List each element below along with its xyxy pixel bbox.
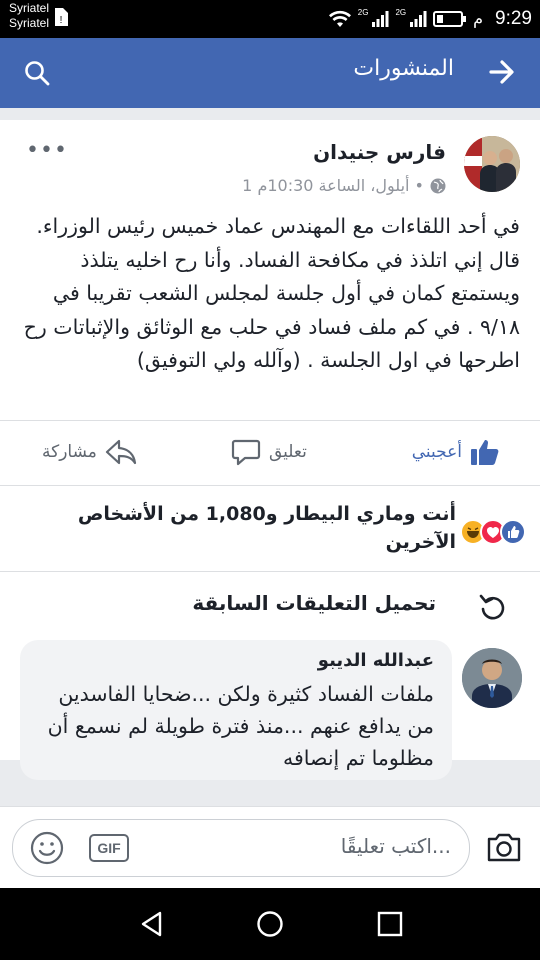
app-bar: المنشورات [0,38,540,108]
post-card: فارس جنيدان 1 أيلول، الساعة 10:30م • •••… [0,120,540,780]
svg-text:!: ! [60,15,63,26]
comment-item: عبدالله الديبو ملفات الفساد كثيرة ولكن .… [0,640,540,780]
sim-alert-icon: ! [55,8,68,26]
post-timestamp[interactable]: 1 أيلول، الساعة 10:30م • [242,176,424,195]
comment-label: تعليق [269,442,307,462]
wifi-icon [328,10,351,27]
comment-button[interactable]: تعليق [231,438,307,466]
like-button[interactable]: أعجبني [412,438,500,466]
comment-bubble: عبدالله الديبو ملفات الفساد كثيرة ولكن .… [20,640,452,780]
reaction-icons [460,519,526,545]
refresh-icon [479,594,505,620]
author-avatar[interactable] [464,136,520,192]
arrow-right-icon[interactable] [488,58,516,86]
battery-icon [433,11,467,27]
signal-icon-2 [410,11,427,27]
like-label: أعجبني [411,442,462,462]
thumbs-up-icon [471,440,499,465]
post-actions: أعجبني تعليق مشاركة [0,420,540,485]
reactions-text: أنت وماري البيطار و1,080 من الأشخاص الآخ… [77,503,456,553]
carrier-labels: Syriatel Syriatel [9,1,49,31]
reactions-summary[interactable]: أنت وماري البيطار و1,080 من الأشخاص الآخ… [0,485,540,571]
comment-text: ملفات الفساد كثيرة ولكن ...ضحايا الفاسدي… [47,682,434,770]
load-previous-comments[interactable]: تحميل التعليقات السابقة [0,571,540,640]
post-text: في أحد اللقاءات مع المهندس عماد خميس رئي… [23,214,520,373]
emoji-icon[interactable] [29,830,65,866]
globe-icon [430,178,446,193]
nav-home-icon[interactable] [256,910,284,938]
commenter-avatar[interactable] [462,648,522,708]
status-bar: Syriatel Syriatel ! 2G 2G م 9:29 [0,0,540,38]
carrier-1: Syriatel [9,1,50,15]
page-title: المنشورات [353,56,454,81]
network-label-2: 2G [395,7,407,17]
clock-ampm: م [473,11,484,28]
comment-composer: GIF اكتب تعليقًا... [0,806,540,889]
share-button[interactable]: مشاركة [42,438,137,466]
avatar-image [464,136,520,192]
post-meta: 1 أيلول، الساعة 10:30م • [242,176,446,195]
more-options-icon[interactable]: ••• [26,138,68,163]
status-icons: 2G 2G م 9:29 [328,5,532,33]
like-reaction-icon [500,519,526,545]
camera-icon[interactable] [486,831,522,863]
author-name[interactable]: فارس جنيدان [313,140,446,164]
search-icon[interactable] [24,60,50,86]
share-icon [105,439,136,465]
carrier-2: Syriatel [9,16,50,30]
share-label: مشاركة [42,442,97,462]
clock: 9:29 [495,8,532,29]
network-label-1: 2G [357,7,369,17]
comment-placeholder: اكتب تعليقًا... [340,834,451,858]
commenter-name[interactable]: عبدالله الديبو [318,650,434,671]
signal-icon-1 [372,11,389,27]
system-nav-bar [0,888,540,960]
post-header: فارس جنيدان 1 أيلول، الساعة 10:30م • ••• [0,120,540,210]
nav-recents-icon[interactable] [376,910,404,938]
comment-icon [231,439,261,466]
nav-back-icon[interactable] [138,910,166,938]
load-previous-label: تحميل التعليقات السابقة [192,591,436,615]
commenter-avatar-image [462,648,522,708]
gif-button[interactable]: GIF [89,834,129,862]
comment-input[interactable]: GIF اكتب تعليقًا... [12,819,470,877]
